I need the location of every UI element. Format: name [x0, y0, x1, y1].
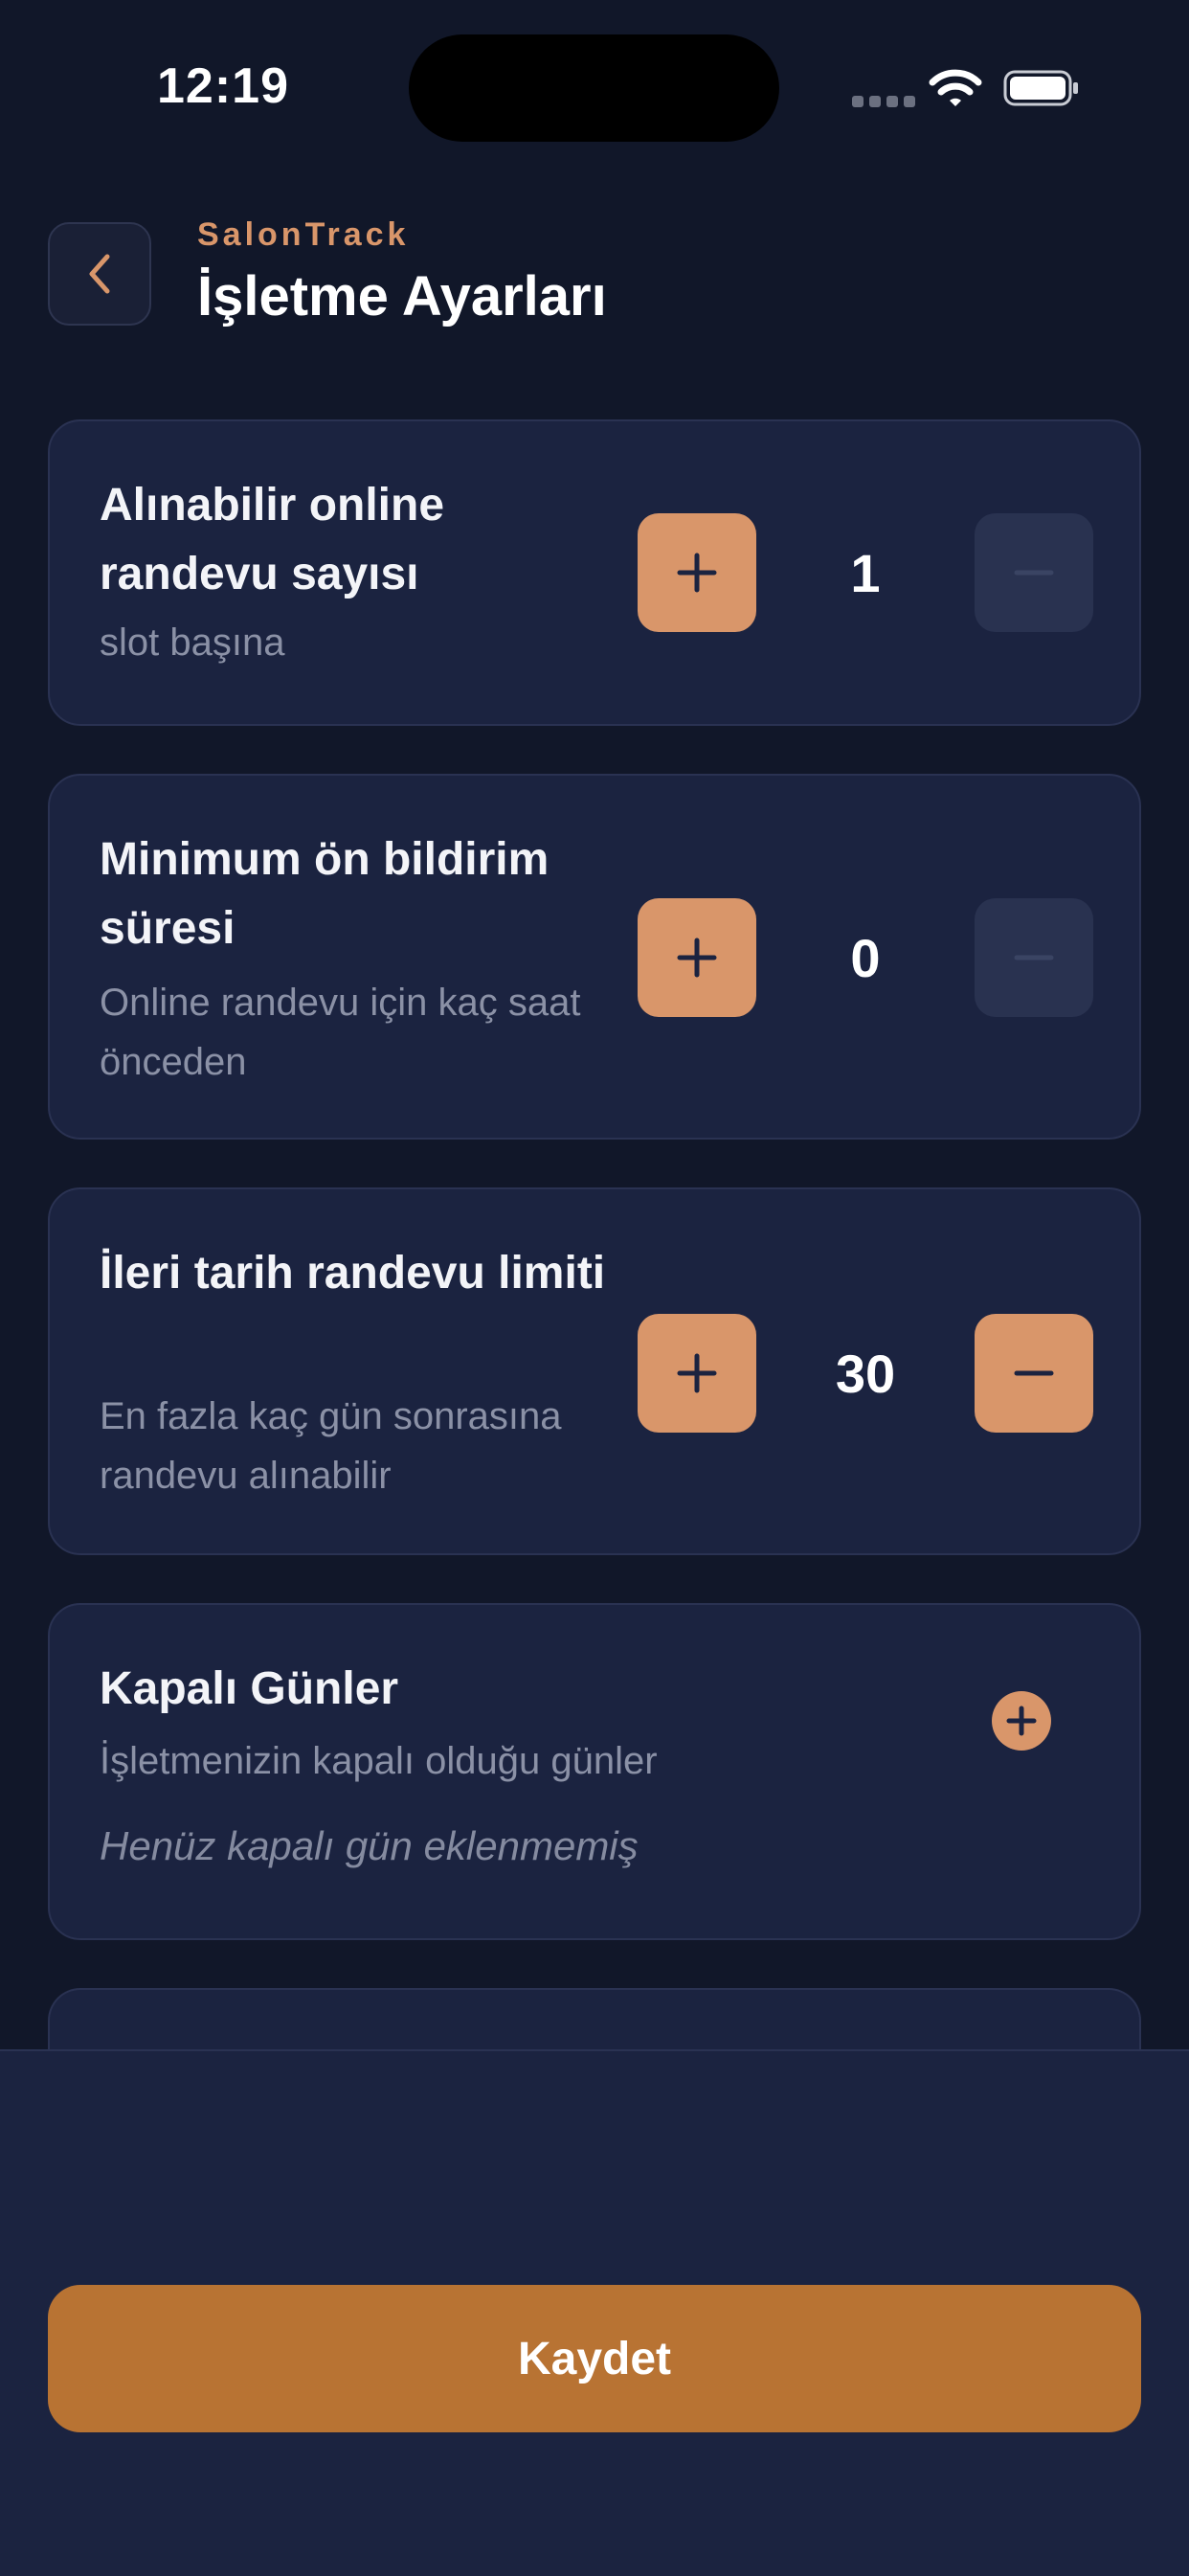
setting-subtitle: En fazla kaç gün sonrasına randevu alına…	[100, 1395, 562, 1497]
status-bar: 12:19	[0, 0, 1189, 182]
add-closed-day-button[interactable]	[992, 1691, 1051, 1751]
increment-button[interactable]	[638, 513, 756, 632]
setting-card-online-appointments: Alınabilir online randevu sayısı slot ba…	[48, 419, 1141, 726]
plus-icon	[677, 553, 717, 593]
bottom-panel: Kaydet	[0, 2049, 1189, 2576]
setting-value: 1	[850, 543, 881, 603]
save-button[interactable]: Kaydet	[48, 2285, 1141, 2432]
increment-button[interactable]	[638, 1314, 756, 1433]
setting-value: 0	[850, 928, 881, 988]
setting-subtitle: slot başına	[100, 621, 285, 664]
increment-button[interactable]	[638, 898, 756, 1017]
chevron-left-icon	[89, 254, 110, 294]
status-time: 12:19	[157, 58, 289, 114]
minus-icon	[1014, 570, 1054, 576]
plus-icon	[677, 938, 717, 978]
battery-icon	[1003, 70, 1078, 106]
decrement-button[interactable]	[975, 513, 1093, 632]
minus-icon	[1014, 955, 1054, 960]
closed-days-subtitle: İşletmenizin kapalı olduğu günler	[100, 1740, 658, 1782]
empty-state-text: Henüz kapalı gün eklenmemiş	[100, 1823, 639, 1868]
back-button[interactable]	[48, 222, 151, 326]
setting-title: İleri tarih randevu limiti	[100, 1248, 606, 1299]
closed-days-title: Kapalı Günler	[100, 1663, 399, 1714]
plus-icon	[1006, 1706, 1037, 1736]
page-title: İşletme Ayarları	[197, 265, 607, 328]
setting-title: Minimum ön bildirim süresi	[100, 834, 550, 954]
plus-icon	[677, 1353, 717, 1393]
decrement-button[interactable]	[975, 1314, 1093, 1433]
wifi-icon	[929, 69, 982, 106]
decrement-button[interactable]	[975, 898, 1093, 1017]
setting-card-min-notice: Minimum ön bildirim süresi Online randev…	[48, 774, 1141, 1140]
brand-name: SalonTrack	[197, 216, 410, 253]
setting-value: 30	[835, 1344, 896, 1404]
setting-subtitle: Online randevu için kaç saat önceden	[100, 982, 581, 1083]
signal-icon	[852, 96, 915, 107]
setting-title: Alınabilir online randevu sayısı	[100, 480, 445, 599]
dynamic-island	[409, 34, 779, 142]
closed-days-card: Kapalı Günler İşletmenizin kapalı olduğu…	[48, 1603, 1141, 1940]
setting-card-future-limit: İleri tarih randevu limiti En fazla kaç …	[48, 1187, 1141, 1555]
minus-icon	[1014, 1370, 1054, 1376]
